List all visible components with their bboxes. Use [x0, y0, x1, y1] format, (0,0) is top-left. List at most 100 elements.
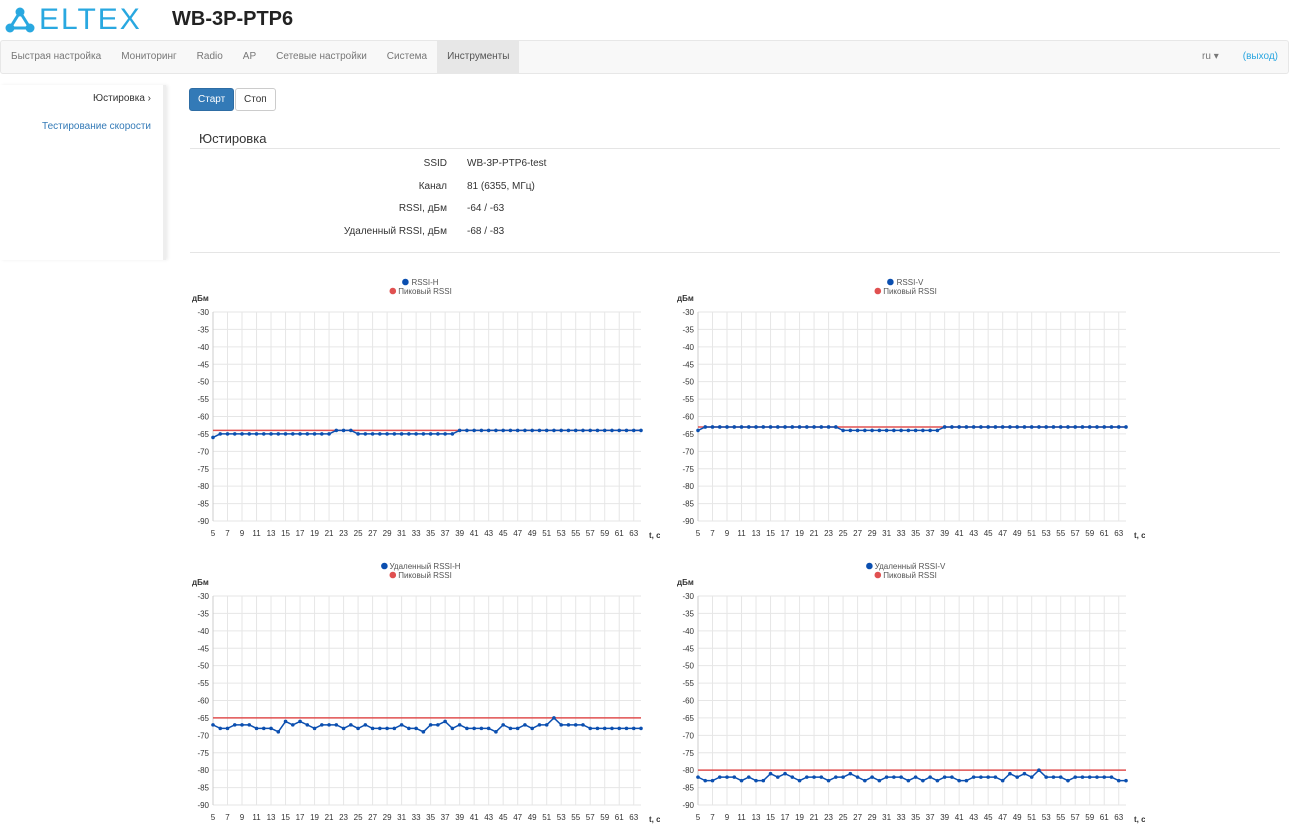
data-point — [717, 425, 722, 429]
y-tick-label: -40 — [682, 343, 694, 352]
data-point — [602, 428, 607, 433]
data-point — [537, 428, 542, 433]
x-tick-label: 41 — [955, 813, 964, 822]
x-tick-label: 59 — [1085, 813, 1094, 822]
chart-svg: Удаленный RSSI-HПиковый RSSI дБм -30 -35 -40… — [192, 562, 660, 824]
data-point — [254, 432, 259, 436]
info-row-remote-rssi: Удаленный RSSI, дБм -68 / -83 — [343, 226, 505, 237]
x-tick-label: 15 — [281, 813, 290, 822]
y-tick-label: -35 — [197, 325, 209, 334]
x-tick-label: 11 — [737, 813, 746, 822]
data-point — [739, 778, 744, 783]
logout-link[interactable]: (выход) — [1243, 41, 1278, 73]
x-tick-label: 19 — [795, 529, 804, 538]
data-point — [254, 726, 259, 731]
start-button[interactable]: Старт — [189, 88, 235, 111]
data-point — [797, 425, 802, 429]
data-point — [1095, 775, 1099, 779]
data-point — [312, 726, 317, 731]
y-tick-label: -55 — [197, 679, 209, 688]
x-tick-label: 47 — [998, 813, 1007, 822]
data-point — [797, 778, 802, 783]
data-point — [399, 723, 404, 727]
x-tick-label: 21 — [810, 529, 819, 538]
data-point — [276, 432, 281, 436]
nav-radio[interactable]: Radio — [187, 41, 233, 73]
data-point — [899, 428, 903, 433]
y-tick-label: -40 — [682, 627, 694, 636]
data-point — [1066, 425, 1070, 429]
y-tick-label: -80 — [682, 482, 694, 491]
data-point — [631, 428, 636, 433]
data-point — [617, 428, 622, 433]
y-tick-label: -85 — [682, 500, 694, 509]
x-tick-label: 57 — [586, 529, 595, 538]
data-point — [305, 432, 310, 436]
data-point — [1087, 775, 1092, 779]
data-point — [935, 428, 940, 433]
nav-ap[interactable]: AP — [233, 41, 266, 73]
logo-icon — [5, 7, 35, 33]
data-point — [834, 775, 838, 779]
data-point — [298, 432, 302, 436]
data-point — [921, 778, 925, 783]
stop-button[interactable]: Стоп — [235, 88, 276, 111]
y-tick-label: -30 — [197, 592, 209, 601]
nav-tools[interactable]: Инструменты — [437, 41, 520, 73]
y-tick-label: -30 — [682, 308, 694, 317]
y-tick-label: -90 — [682, 801, 694, 810]
data-point — [581, 428, 585, 433]
data-point — [544, 428, 549, 433]
data-point — [870, 428, 874, 433]
nav-network-settings[interactable]: Сетевые настройки — [266, 41, 377, 73]
x-tick-label: 61 — [1100, 529, 1109, 538]
y-tick-label: -75 — [197, 749, 209, 758]
data-point — [392, 726, 397, 731]
x-tick-label: 45 — [499, 813, 508, 822]
data-point — [515, 726, 520, 731]
data-point — [979, 425, 983, 429]
x-tick-label: 37 — [926, 529, 935, 538]
x-tick-label: 59 — [600, 529, 609, 538]
data-point — [986, 425, 990, 429]
data-point — [1095, 425, 1099, 429]
y-tick-label: -80 — [197, 482, 209, 491]
nav-monitoring[interactable]: Мониторинг — [111, 41, 186, 73]
data-point — [378, 726, 382, 731]
data-point — [385, 432, 389, 436]
y-tick-label: -85 — [197, 784, 209, 793]
main-nav: Быстрая настройка Мониторинг Radio AP Се… — [0, 40, 1289, 74]
data-point — [761, 778, 766, 783]
legend-peak-label: Пиковый RSSI — [883, 287, 937, 296]
info-row-ssid: SSID WB-3P-PTP6-test — [423, 158, 547, 169]
y-tick-label: -45 — [197, 360, 209, 369]
y-tick-label: -55 — [682, 395, 694, 404]
data-point — [378, 432, 382, 436]
data-point — [906, 778, 911, 783]
x-tick-label: 15 — [766, 813, 775, 822]
x-tick-label: 63 — [629, 813, 638, 822]
data-point — [494, 428, 498, 433]
sidebar-item-speed-test[interactable]: Тестирование скорости — [0, 113, 163, 141]
x-tick-label: 51 — [1027, 813, 1036, 822]
y-tick-label: -80 — [197, 766, 209, 775]
y-tick-label: -30 — [682, 592, 694, 601]
y-tick-label: -70 — [197, 731, 209, 740]
nav-quick-setup[interactable]: Быстрая настройка — [1, 41, 111, 73]
data-point — [508, 726, 513, 731]
y-axis-label: дБм — [677, 578, 694, 587]
x-tick-label: 39 — [455, 529, 464, 538]
x-tick-label: 29 — [868, 813, 877, 822]
data-point — [436, 432, 440, 436]
nav-system[interactable]: Система — [377, 41, 437, 73]
data-point — [921, 428, 925, 433]
data-point — [877, 428, 882, 433]
eltex-logo[interactable]: ELTEX — [5, 5, 142, 35]
y-tick-label: -85 — [197, 500, 209, 509]
data-point — [1008, 771, 1012, 776]
y-tick-label: -80 — [682, 766, 694, 775]
sidebar-item-alignment[interactable]: Юстировка › — [0, 85, 163, 113]
language-dropdown[interactable]: ru ▾ — [1202, 41, 1219, 73]
data-point — [703, 778, 708, 783]
data-point — [746, 775, 751, 779]
